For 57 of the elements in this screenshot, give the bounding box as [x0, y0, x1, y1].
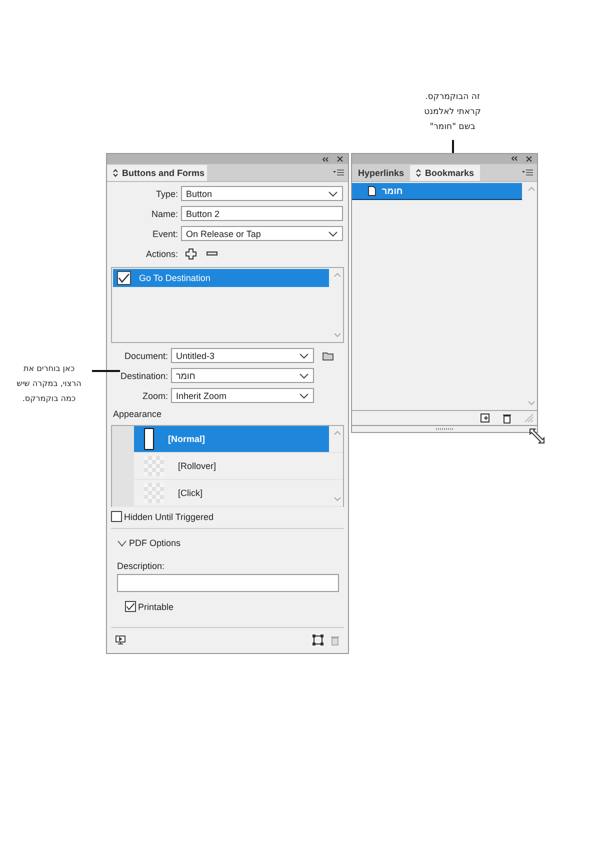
add-icon[interactable]	[185, 248, 199, 260]
field-label: Destination:	[119, 370, 168, 380]
leader-line	[92, 370, 120, 372]
thumbnail-icon	[144, 428, 154, 450]
input-field[interactable]: Button 2	[181, 206, 343, 221]
page-icon	[368, 186, 376, 196]
resize-cursor-icon	[529, 428, 545, 444]
chevron-down-icon	[299, 352, 309, 358]
field-label: Event:	[151, 228, 178, 238]
annotation-text: כאן בוחרים את הרצוי, במקרה שיש כמה בוקמרקס.	[16, 363, 82, 405]
visibility-toggle[interactable]	[112, 426, 134, 452]
panel-tab[interactable]: Buttons and Forms	[107, 165, 207, 181]
field-label: Zoom:	[141, 390, 168, 400]
action-item[interactable]: Go To Destination	[113, 269, 329, 287]
field-label: Name:	[150, 208, 178, 218]
close-icon[interactable]	[337, 156, 343, 162]
dropdown[interactable]: On Release or Tap	[181, 226, 343, 241]
preview-icon[interactable]	[115, 635, 126, 645]
input-field[interactable]	[117, 574, 339, 592]
field-label: Type:	[154, 188, 178, 198]
panel-tab[interactable]: Bookmarks	[410, 164, 480, 181]
remove-icon[interactable]	[206, 250, 218, 256]
chevron-down-icon	[328, 190, 338, 196]
dropdown[interactable]: Inherit Zoom	[171, 388, 314, 403]
bookmark-item[interactable]: חומר	[352, 182, 522, 200]
field-label: Document:	[123, 350, 168, 360]
annotation-text: זה הבוקמרקס. קראתי לאלמנט בשם "חומר"	[423, 91, 482, 134]
dropdown[interactable]: Untitled-3	[171, 348, 314, 363]
field-label: Actions:	[144, 248, 178, 258]
checkbox[interactable]	[117, 271, 131, 285]
resize-handle[interactable]	[436, 428, 454, 430]
collapse-icon[interactable]	[511, 156, 518, 162]
appearance-item[interactable]: [Rollover]	[134, 453, 329, 479]
appearance-item[interactable]: [Normal]	[134, 426, 329, 452]
checkbox-label: Printable	[138, 602, 174, 612]
convert-icon[interactable]	[312, 634, 324, 646]
up-down-arrows-icon	[416, 168, 422, 177]
checkbox[interactable]	[125, 601, 136, 612]
new-bookmark-icon[interactable]	[480, 413, 490, 424]
collapse-icon[interactable]	[322, 156, 329, 162]
checkbox[interactable]	[111, 511, 122, 522]
folder-icon[interactable]	[322, 350, 334, 360]
chevron-down-icon	[299, 372, 309, 378]
dropdown[interactable]: חומר	[171, 368, 314, 383]
chevron-down-icon	[328, 230, 338, 236]
appearance-item[interactable]: [Click]	[134, 480, 329, 506]
visibility-toggle[interactable]	[112, 480, 134, 506]
section-label: Appearance	[113, 409, 163, 419]
field-label: Description:	[117, 561, 166, 571]
dropdown[interactable]: Button	[181, 186, 343, 201]
chevron-down-icon	[299, 392, 309, 398]
checkbox-label: Hidden Until Triggered	[124, 512, 214, 522]
resize-grip-icon[interactable]	[524, 413, 534, 424]
trash-icon[interactable]	[502, 412, 512, 424]
up-down-arrows-icon	[113, 169, 118, 177]
close-icon[interactable]	[526, 156, 532, 162]
disclosure-toggle[interactable]: PDF Options	[117, 537, 344, 549]
